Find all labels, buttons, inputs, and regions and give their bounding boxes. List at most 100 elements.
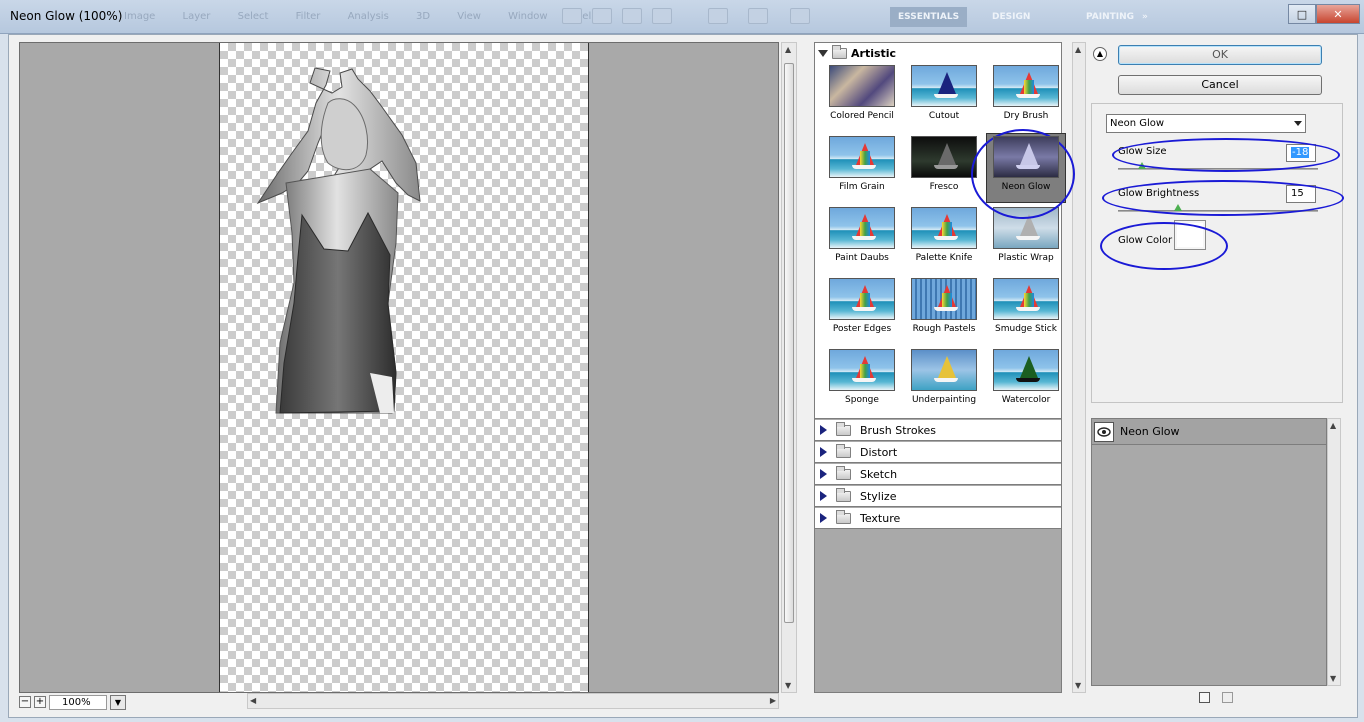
filter-neon-glow[interactable]: Neon Glow: [985, 133, 1067, 206]
preview-horizontal-scrollbar[interactable]: ◀ ▶: [247, 693, 779, 709]
new-effect-layer-icon[interactable]: [1199, 692, 1210, 703]
filter-label: Fresco: [929, 182, 959, 192]
layers-scrollbar[interactable]: ▲ ▼: [1327, 418, 1341, 686]
scroll-up-arrow[interactable]: ▲: [1330, 421, 1336, 430]
folder-icon: [836, 421, 851, 436]
filter-film-grain[interactable]: Film Grain: [821, 136, 903, 206]
zoom-dropdown-icon[interactable]: ▼: [110, 694, 126, 710]
scroll-down-arrow[interactable]: ▼: [1075, 681, 1081, 690]
preview-canvas[interactable]: [219, 43, 589, 692]
folder-icon: [836, 509, 851, 524]
filter-label: Poster Edges: [832, 324, 892, 334]
filter-label: Watercolor: [1001, 395, 1051, 405]
cancel-button[interactable]: Cancel: [1118, 75, 1322, 95]
scroll-down-arrow[interactable]: ▼: [1330, 674, 1336, 683]
zoom-in-button[interactable]: +: [34, 696, 46, 708]
glow-brightness-slider-knob[interactable]: [1174, 204, 1182, 211]
scroll-thumb[interactable]: [784, 63, 794, 623]
filter-sponge[interactable]: Sponge: [821, 349, 903, 419]
ghost-menu-view: View: [457, 11, 481, 22]
effect-layer-row[interactable]: Neon Glow: [1092, 419, 1326, 445]
filter-underpainting[interactable]: Underpainting: [903, 349, 985, 419]
filter-watercolor[interactable]: Watercolor: [985, 349, 1067, 419]
ghost-workspace-painting: PAINTING: [1086, 12, 1135, 22]
title-bar: Neon Glow (100%) Image Layer Select Filt…: [0, 0, 1364, 34]
glow-color-label: Glow Color: [1118, 235, 1173, 246]
filter-palette-knife[interactable]: Palette Knife: [903, 207, 985, 277]
window-title: Neon Glow (100%): [10, 9, 123, 23]
ghost-workspace-essentials: ESSENTIALS: [890, 7, 968, 27]
preview-image: [256, 67, 421, 414]
filter-rough-pastels[interactable]: Rough Pastels: [903, 278, 985, 348]
filter-dry-brush[interactable]: Dry Brush: [985, 65, 1067, 135]
zoom-out-button[interactable]: −: [19, 696, 31, 708]
ghost-workspace-design: DESIGN: [992, 12, 1031, 22]
scroll-right-arrow[interactable]: ▶: [770, 696, 776, 705]
filter-gallery: Artistic Colored Pencil Cutout Dry Brush…: [814, 42, 1066, 693]
filter-cutout[interactable]: Cutout: [903, 65, 985, 135]
maximize-button[interactable]: □: [1288, 4, 1316, 24]
filter-label: Sponge: [845, 395, 879, 405]
category-artistic: Artistic Colored Pencil Cutout Dry Brush…: [815, 43, 1066, 419]
zoom-level-field[interactable]: 100%: [49, 694, 107, 710]
filter-label: Film Grain: [839, 182, 885, 192]
glow-size-slider[interactable]: [1118, 168, 1318, 170]
filter-thumbnail: [829, 207, 895, 249]
category-distort[interactable]: Distort: [815, 442, 1061, 463]
ghost-menu-3d: 3D: [415, 11, 431, 22]
scroll-left-arrow[interactable]: ◀: [250, 696, 256, 705]
glow-brightness-field[interactable]: 15: [1286, 185, 1316, 203]
category-brush-strokes[interactable]: Brush Strokes: [815, 420, 1061, 441]
scroll-up-arrow[interactable]: ▲: [1075, 45, 1081, 54]
ghost-menu-analysis: Analysis: [347, 11, 389, 22]
ok-button[interactable]: OK: [1118, 45, 1322, 65]
glow-color-swatch[interactable]: [1174, 220, 1206, 250]
filter-label: Rough Pastels: [912, 324, 976, 334]
filter-colored-pencil[interactable]: Colored Pencil: [821, 65, 903, 135]
ghost-tool-icon: [708, 8, 728, 24]
glow-size-label: Glow Size: [1118, 146, 1167, 157]
category-label: Stylize: [860, 489, 897, 503]
chevron-down-icon: [1294, 121, 1302, 126]
filter-label: Palette Knife: [915, 253, 973, 263]
folder-icon: [832, 44, 847, 59]
filter-gallery-dialog: ▲ ▼ − + 100% ▼ ◀ ▶ Artistic Colored Penc…: [8, 34, 1358, 718]
filter-label: Neon Glow: [1001, 182, 1051, 192]
ghost-menu-select: Select: [237, 11, 269, 22]
filter-label: Cutout: [928, 111, 960, 121]
eye-visibility-icon[interactable]: [1094, 421, 1114, 442]
trash-icon[interactable]: [1222, 692, 1233, 703]
filter-paint-daubs[interactable]: Paint Daubs: [821, 207, 903, 277]
filter-thumbnail: [911, 278, 977, 320]
scroll-down-arrow[interactable]: ▼: [785, 681, 791, 690]
filter-poster-edges[interactable]: Poster Edges: [821, 278, 903, 348]
filter-plastic-wrap[interactable]: Plastic Wrap: [985, 207, 1067, 277]
filter-select[interactable]: Neon Glow: [1106, 114, 1306, 133]
gallery-scrollbar[interactable]: ▲ ▼: [1072, 42, 1086, 693]
glow-brightness-slider[interactable]: [1118, 210, 1318, 212]
glow-size-field[interactable]: -18: [1286, 144, 1316, 162]
category-stylize[interactable]: Stylize: [815, 486, 1061, 507]
filter-thumbnail: [829, 65, 895, 107]
folder-icon: [836, 465, 851, 480]
preview-vertical-scrollbar[interactable]: ▲ ▼: [781, 42, 797, 693]
filter-select-value: Neon Glow: [1110, 118, 1165, 129]
effect-layers-panel: Neon Glow: [1091, 418, 1327, 686]
preview-area[interactable]: [19, 42, 779, 693]
filter-label: Plastic Wrap: [998, 253, 1054, 263]
folder-icon: [836, 487, 851, 502]
collapse-gallery-icon[interactable]: ▲: [1093, 47, 1107, 61]
filter-thumbnail: [911, 136, 977, 178]
ghost-tool-icon: [748, 8, 768, 24]
filter-thumbnail: [993, 65, 1059, 107]
category-header-artistic[interactable]: Artistic: [815, 43, 1061, 63]
close-button[interactable]: ✕: [1316, 4, 1360, 24]
glow-size-slider-knob[interactable]: [1138, 162, 1146, 169]
scroll-up-arrow[interactable]: ▲: [785, 45, 791, 54]
category-texture[interactable]: Texture: [815, 508, 1061, 529]
filter-smudge-stick[interactable]: Smudge Stick: [985, 278, 1067, 348]
ghost-tool-icon: [622, 8, 642, 24]
filter-fresco[interactable]: Fresco: [903, 136, 985, 206]
category-sketch[interactable]: Sketch: [815, 464, 1061, 485]
filter-label: Paint Daubs: [835, 253, 889, 263]
